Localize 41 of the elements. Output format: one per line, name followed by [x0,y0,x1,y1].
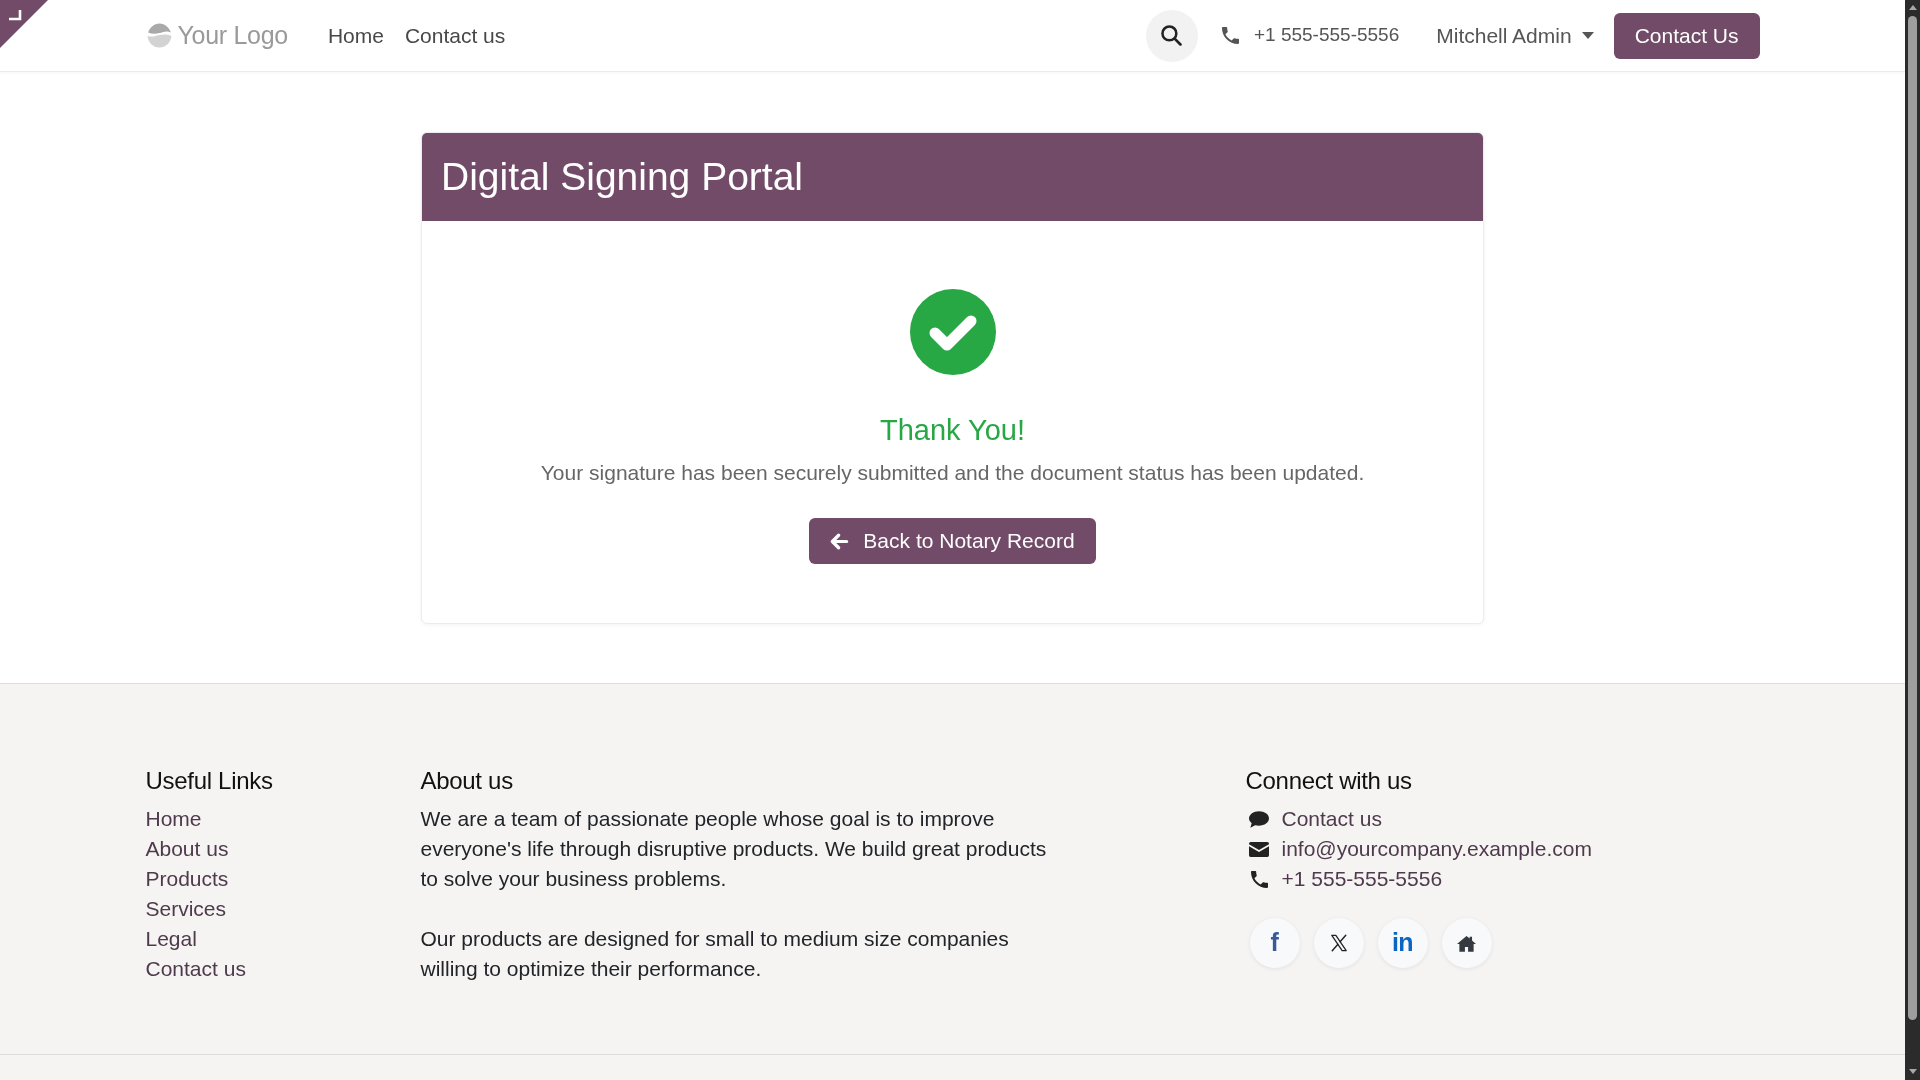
search-icon [1161,25,1183,46]
scrollbar-thumb[interactable] [1908,16,1917,1020]
scrollbar[interactable] [1905,0,1920,1080]
corner-triangle-icon[interactable] [0,0,48,48]
contact-link[interactable]: Contact us [1245,804,1382,834]
email-link[interactable]: info@yourcompany.example.com [1245,834,1592,864]
arrow-left-icon [830,532,850,550]
envelope-icon [1248,841,1269,857]
home-button[interactable] [1441,918,1492,968]
chat-bubble-icon [1248,810,1269,828]
footer-link[interactable]: Products [145,864,229,894]
card-title: Digital Signing Portal [441,154,804,200]
caret-icon [1581,32,1594,39]
thank-you-heading: Thank You! [879,413,1026,448]
phone-link[interactable]: +1 555-555-5556 [1221,21,1400,50]
social-link-button[interactable]: f [1249,918,1300,968]
social-link-button[interactable]: in [1377,918,1428,968]
check-circle-icon [909,289,996,375]
nav-link[interactable]: Home [327,19,384,52]
footer-heading: Useful Links [145,766,273,795]
about-paragraph: We are a team of passionate people whose goal is to improve everyone's life through disruptive products. We build great products to solve your business problems. [420,806,1048,892]
footer-link[interactable]: About us [145,834,229,864]
logo-icon [145,22,173,49]
footer-link[interactable]: Services [145,894,227,924]
phone-link[interactable]: +1 555-555-5556 [1245,864,1443,894]
nav-link[interactable]: Contact us [404,19,506,52]
footer-link[interactable]: Contact us [145,954,246,984]
scroll-up-arrow-icon[interactable] [1908,5,1917,10]
footer-heading: About us [420,766,513,795]
footer-link[interactable]: Legal [145,924,197,954]
about-paragraph: Our products are designed for small to medium size companies willing to optimize their performance. [420,926,1010,982]
social-link-button[interactable] [1313,918,1364,968]
footer-heading: Connect with us [1245,766,1412,795]
back-button[interactable]: Back to Notary Record [809,518,1096,564]
confirmation-message: Your signature has been securely submitted and the document status has been updated. [540,460,1365,486]
scroll-down-arrow-icon[interactable] [1908,1069,1917,1074]
footer-link[interactable]: Home [145,804,202,834]
phone-icon [1221,27,1239,44]
phone-icon [1250,870,1268,888]
contact-us-button[interactable]: Contact Us [1613,12,1760,59]
user-menu-button[interactable]: Mitchell Admin [1436,19,1594,52]
